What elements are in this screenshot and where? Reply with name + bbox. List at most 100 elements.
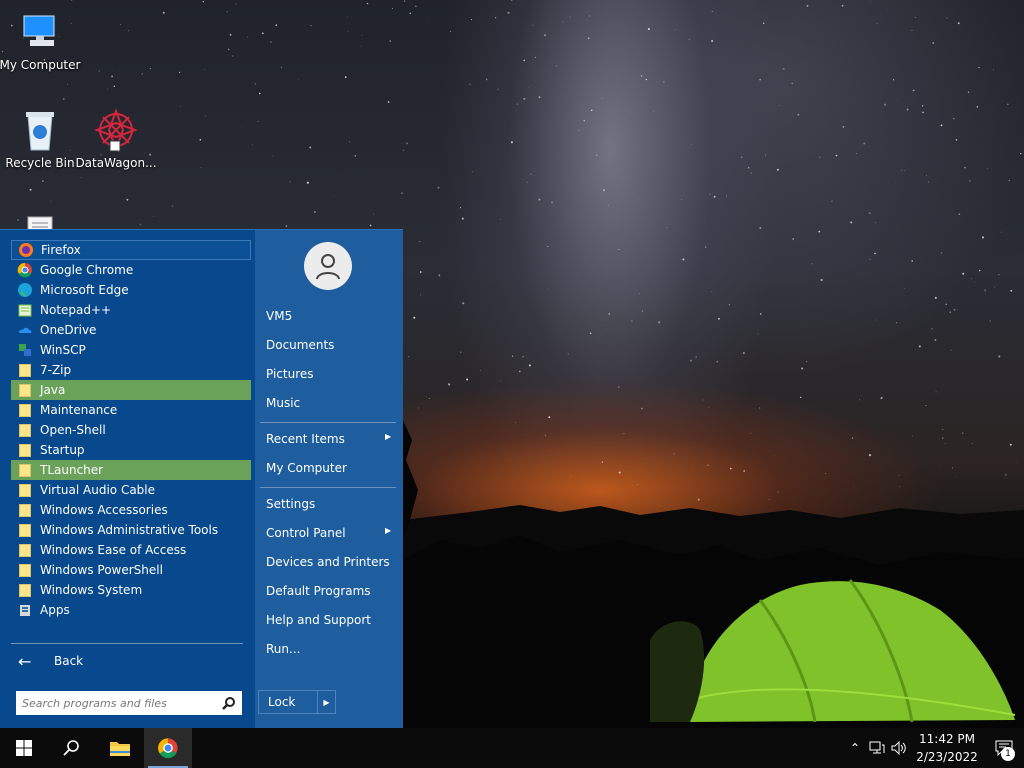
star: [1009, 443, 1012, 446]
star: [955, 139, 958, 141]
back-button[interactable]: ← Back: [18, 650, 83, 672]
program-item-winscp[interactable]: WinSCP: [11, 340, 251, 360]
menu-item-help-and-support[interactable]: Help and Support: [266, 613, 371, 627]
menu-item-control-panel[interactable]: Control Panel ▶: [266, 526, 396, 540]
program-item-onedrive[interactable]: OneDrive: [11, 320, 251, 340]
star: [1007, 103, 1009, 105]
program-item-java[interactable]: Java: [11, 380, 251, 400]
program-item-virtual-audio-cable[interactable]: Virtual Audio Cable: [11, 480, 251, 500]
menu-item-my-computer[interactable]: My Computer: [266, 461, 347, 475]
star: [1020, 152, 1022, 155]
taskbar-file-explorer[interactable]: [96, 728, 144, 768]
star: [349, 141, 351, 143]
taskbar-search-button[interactable]: [48, 728, 96, 768]
start-button[interactable]: [0, 728, 48, 768]
chevron-up-icon[interactable]: ⌃: [844, 728, 866, 768]
program-item-apps[interactable]: Apps: [11, 600, 251, 620]
star: [688, 38, 691, 41]
menu-item-pictures[interactable]: Pictures: [266, 367, 314, 381]
program-label: Virtual Audio Cable: [40, 483, 156, 497]
program-item-microsoft-edge[interactable]: Microsoft Edge: [11, 280, 251, 300]
menu-item-devices-and-printers[interactable]: Devices and Printers: [266, 555, 390, 569]
star: [578, 129, 580, 131]
program-item-7-zip[interactable]: 7-Zip: [11, 360, 251, 380]
program-item-windows-system[interactable]: Windows System: [11, 580, 251, 600]
program-item-windows-powershell[interactable]: Windows PowerShell: [11, 560, 251, 580]
star: [994, 286, 996, 288]
star: [459, 351, 462, 353]
menu-item-default-programs[interactable]: Default Programs: [266, 584, 371, 598]
star: [450, 31, 452, 33]
menu-item-documents[interactable]: Documents: [266, 338, 334, 352]
volume-icon[interactable]: [888, 728, 910, 768]
star: [791, 82, 794, 85]
notification-center-button[interactable]: 1: [984, 728, 1024, 768]
desktop-icon-my-computer[interactable]: My Computer: [0, 8, 80, 72]
program-label: 7-Zip: [40, 363, 72, 377]
taskbar-chrome[interactable]: [144, 728, 192, 768]
star: [428, 397, 430, 399]
star: [202, 1, 204, 3]
menu-item-recent-items[interactable]: Recent Items ▶: [266, 432, 396, 446]
star: [346, 16, 348, 18]
menu-item-user-folder[interactable]: VM5: [266, 309, 292, 323]
program-item-open-shell[interactable]: Open-Shell: [11, 420, 251, 440]
user-avatar[interactable]: [304, 242, 352, 290]
menu-item-run[interactable]: Run...: [266, 642, 300, 656]
clock[interactable]: 11:42 PM 2/23/2022: [910, 730, 984, 766]
program-label: Open-Shell: [40, 423, 106, 437]
star: [967, 91, 970, 93]
program-item-windows-ease-of-access[interactable]: Windows Ease of Access: [11, 540, 251, 560]
search-box[interactable]: [16, 691, 242, 715]
folder-icon: [17, 522, 33, 538]
folder-icon: [17, 462, 33, 478]
program-item-notepad-plus-plus[interactable]: Notepad++: [11, 300, 251, 320]
program-item-google-chrome[interactable]: Google Chrome: [11, 260, 251, 280]
star: [403, 0, 406, 2]
desktop-icon-recycle-bin[interactable]: Recycle Bin: [0, 106, 80, 170]
star: [818, 156, 821, 159]
program-item-firefox[interactable]: Firefox: [11, 240, 251, 260]
star: [647, 27, 650, 31]
star: [199, 139, 202, 141]
program-label: OneDrive: [40, 323, 97, 337]
star: [413, 316, 416, 319]
program-item-tlauncher[interactable]: TLauncher: [11, 460, 251, 480]
desktop-icon-label: Recycle Bin: [5, 156, 75, 170]
star: [811, 263, 813, 265]
menu-item-settings[interactable]: Settings: [266, 497, 315, 511]
star: [509, 459, 510, 461]
clock-time: 11:42 PM: [919, 732, 975, 746]
star: [71, 0, 73, 1]
star: [402, 149, 405, 152]
star: [681, 199, 682, 200]
star: [682, 258, 685, 261]
lock-button[interactable]: Lock ▶: [258, 690, 336, 714]
star: [690, 143, 692, 145]
program-item-startup[interactable]: Startup: [11, 440, 251, 460]
star: [859, 399, 861, 401]
folder-icon: [17, 482, 33, 498]
program-label: Windows Ease of Access: [40, 543, 187, 557]
network-icon[interactable]: [866, 728, 888, 768]
menu-item-music[interactable]: Music: [266, 396, 300, 410]
program-item-windows-administrative-tools[interactable]: Windows Administrative Tools: [11, 520, 251, 540]
star: [229, 33, 232, 36]
program-item-windows-accessories[interactable]: Windows Accessories: [11, 500, 251, 520]
taskbar: ⌃ 11:42 PM 2/23/2022 1: [0, 728, 1024, 768]
star: [227, 48, 230, 51]
star: [152, 215, 154, 217]
star: [437, 186, 440, 189]
search-input[interactable]: [22, 696, 222, 710]
star: [964, 166, 966, 169]
datawagon-icon: [92, 106, 140, 154]
lock-options-arrow-icon[interactable]: ▶: [317, 691, 335, 713]
star: [107, 88, 109, 90]
star: [974, 282, 976, 283]
star: [461, 217, 464, 220]
program-item-maintenance[interactable]: Maintenance: [11, 400, 251, 420]
star: [645, 78, 647, 81]
computer-icon: [16, 8, 64, 56]
desktop-icon-datawagon[interactable]: DataWagon...: [75, 106, 157, 170]
star: [945, 303, 947, 305]
